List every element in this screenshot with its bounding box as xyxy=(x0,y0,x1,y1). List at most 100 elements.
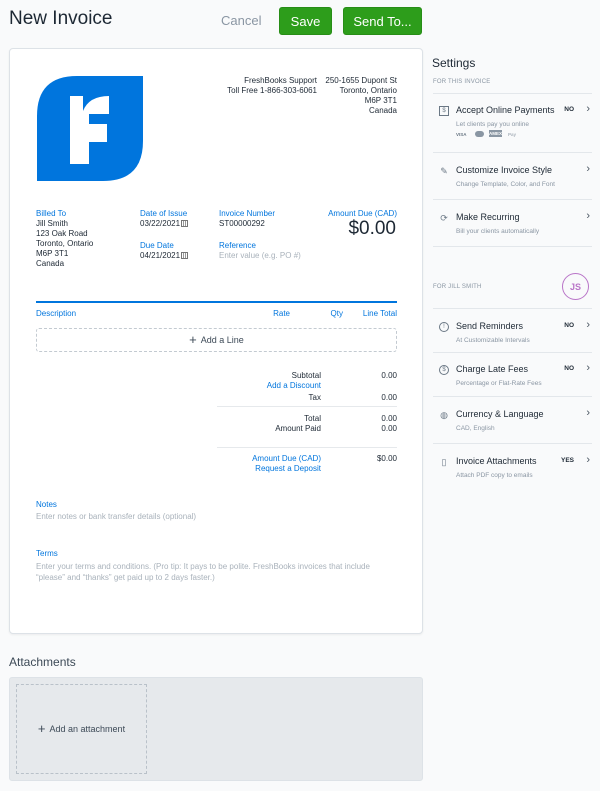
plus-icon: + xyxy=(189,332,197,347)
date-of-issue-label: Date of Issue xyxy=(140,209,188,218)
setting-subtitle: Change Template, Color, and Font xyxy=(456,181,555,188)
company-name: FreshBooks Support xyxy=(244,76,317,85)
client-avatar[interactable]: JS xyxy=(562,273,589,300)
section-label: FOR JILL SMITH xyxy=(433,284,482,290)
setting-subtitle: Percentage or Flat-Rate Fees xyxy=(456,380,542,387)
setting-customize-invoice-style[interactable]: ✎ Customize Invoice Style Change Templat… xyxy=(433,163,592,204)
add-attachment-button[interactable]: + Add an attachment xyxy=(16,684,147,774)
status-badge: NO xyxy=(564,106,574,113)
header: New Invoice Cancel Save Send To... xyxy=(0,0,600,45)
setting-name: Make Recurring xyxy=(456,212,520,222)
divider xyxy=(36,301,397,303)
request-deposit-link[interactable]: Request a Deposit xyxy=(210,464,321,474)
terms-input[interactable]: Enter your terms and conditions. (Pro ti… xyxy=(36,561,398,583)
chevron-right-icon: › xyxy=(586,407,590,419)
company-address-line: Toronto, Ontario xyxy=(339,86,397,95)
status-badge: NO xyxy=(564,365,574,372)
invoice-number-field[interactable]: ST00000292 xyxy=(219,219,319,229)
setting-name: Send Reminders xyxy=(456,321,524,331)
divider xyxy=(433,308,592,309)
globe-icon: ◍ xyxy=(440,410,448,420)
tax-label: Tax xyxy=(308,393,321,402)
add-line-button[interactable]: + Add a Line xyxy=(36,328,397,352)
amount-paid-label: Amount Paid xyxy=(275,424,321,433)
setting-accept-online-payments[interactable]: $ Accept Online Payments Let clients pay… xyxy=(433,103,592,144)
apple-pay-icon: Pay xyxy=(508,132,517,137)
chevron-right-icon: › xyxy=(586,210,590,222)
payment-icon: $ xyxy=(439,106,449,116)
client-line: Canada xyxy=(36,259,65,268)
calendar-icon[interactable] xyxy=(181,252,189,259)
column-qty: Qty xyxy=(330,309,343,318)
recurring-icon: ⟳ xyxy=(440,213,448,223)
setting-invoice-attachments[interactable]: ▯ Invoice Attachments Attach PDF copy to… xyxy=(433,454,592,495)
setting-name: Accept Online Payments xyxy=(456,105,555,115)
add-discount-link[interactable]: Add a Discount xyxy=(210,381,321,391)
tax-value: 0.00 xyxy=(381,393,397,402)
attachment-icon: ▯ xyxy=(441,457,447,467)
amount-due-total-label: Amount Due (CAD) xyxy=(252,454,321,463)
company-address-line: Canada xyxy=(368,106,397,115)
total-label: Total xyxy=(304,414,321,423)
calendar-icon[interactable] xyxy=(181,220,189,227)
setting-currency-language[interactable]: ◍ Currency & Language CAD, English › xyxy=(433,407,592,448)
invoice-card: FreshBooks Support Toll Free 1-866-303-6… xyxy=(9,48,423,634)
subtotal-value: 0.00 xyxy=(381,371,397,380)
company-address-line: M6P 3T1 xyxy=(364,96,397,105)
setting-name: Charge Late Fees xyxy=(456,364,529,374)
mastercard-icon xyxy=(475,131,484,137)
plus-icon: + xyxy=(37,721,46,736)
amount-due-value: $0.00 xyxy=(348,218,396,239)
attachments-area: + Add an attachment xyxy=(9,677,423,781)
divider xyxy=(433,396,592,397)
status-badge: YES xyxy=(560,457,574,464)
setting-subtitle: Let clients pay you online xyxy=(456,121,529,128)
setting-subtitle: At Customizable Intervals xyxy=(456,337,530,344)
settings-title: Settings xyxy=(432,56,476,70)
setting-name: Invoice Attachments xyxy=(456,456,537,466)
amount-due-total-value: $0.00 xyxy=(376,454,397,463)
client-line: M6P 3T1 xyxy=(36,249,69,258)
company-logo[interactable] xyxy=(37,76,143,181)
terms-label: Terms xyxy=(36,549,58,558)
divider xyxy=(433,443,592,444)
divider xyxy=(433,246,592,247)
company-phone: Toll Free 1-866-303-6061 xyxy=(227,86,317,95)
billed-to-label: Billed To xyxy=(36,209,67,218)
save-button[interactable]: Save xyxy=(279,7,332,35)
divider xyxy=(433,352,592,353)
notes-label: Notes xyxy=(36,500,57,509)
late-fee-icon: $ xyxy=(439,365,449,375)
divider xyxy=(433,152,592,153)
due-date-field[interactable]: 04/21/2021 xyxy=(140,251,210,261)
visa-icon: VISA xyxy=(456,132,467,137)
section-label: FOR THIS INVOICE xyxy=(433,79,491,85)
setting-subtitle: CAD, English xyxy=(456,425,495,432)
reference-input[interactable]: Enter value (e.g. PO #) xyxy=(219,251,319,261)
setting-subtitle: Bill your clients automatically xyxy=(456,228,540,235)
divider xyxy=(433,93,592,94)
company-address-line: 250-1655 Dupont St xyxy=(325,76,397,85)
divider xyxy=(217,406,397,407)
amount-paid-value: 0.00 xyxy=(381,424,397,433)
billed-to[interactable]: Billed To Jill Smith 123 Oak Road Toront… xyxy=(36,209,136,269)
chevron-right-icon: › xyxy=(586,103,590,115)
setting-send-reminders[interactable]: ! Send Reminders At Customizable Interva… xyxy=(433,319,592,360)
reference-label: Reference xyxy=(219,241,256,250)
chevron-right-icon: › xyxy=(586,362,590,374)
page-title: New Invoice xyxy=(9,8,113,29)
due-date-label: Due Date xyxy=(140,241,174,250)
setting-charge-late-fees[interactable]: $ Charge Late Fees Percentage or Flat-Ra… xyxy=(433,362,592,403)
divider xyxy=(433,199,592,200)
add-attachment-label: Add an attachment xyxy=(49,724,126,734)
notes-input[interactable]: Enter notes or bank transfer details (op… xyxy=(36,512,396,522)
send-to-button[interactable]: Send To... xyxy=(343,7,422,35)
cancel-button[interactable]: Cancel xyxy=(221,13,261,28)
client-line: 123 Oak Road xyxy=(36,229,88,238)
total-value: 0.00 xyxy=(381,414,397,423)
client-line: Toronto, Ontario xyxy=(36,239,94,248)
amex-icon: AMEX xyxy=(489,130,503,137)
setting-make-recurring[interactable]: ⟳ Make Recurring Bill your clients autom… xyxy=(433,210,592,251)
date-of-issue-field[interactable]: 03/22/2021 xyxy=(140,219,210,229)
chevron-right-icon: › xyxy=(586,163,590,175)
